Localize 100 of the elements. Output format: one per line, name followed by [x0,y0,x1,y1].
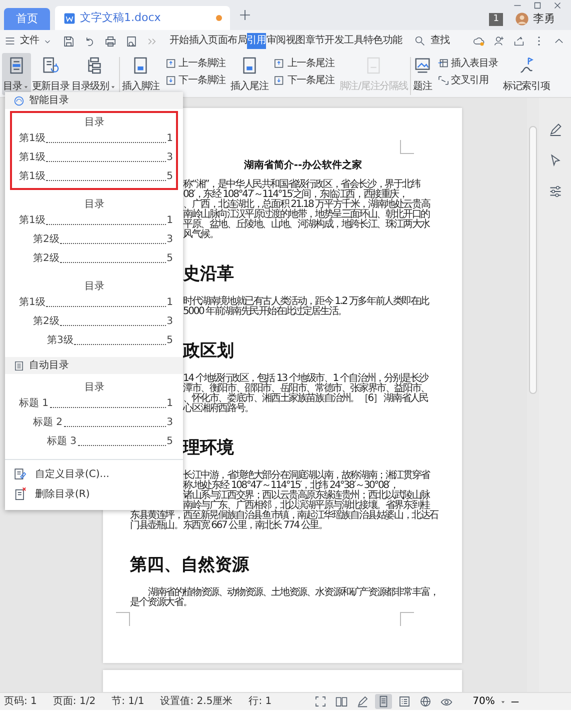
paragraph-line: 、广西，北连湖北，总面积 21.18 万平方千米，湖南地处云贵高 [183,200,432,210]
status-text: 行: 1 [248,695,272,709]
menu-item[interactable]: 删除目录(R) [5,484,183,504]
ribbon-button[interactable]: 上一条脚注 [164,57,226,70]
toc-entry-label: 第3级 [47,334,74,348]
page-number: 3 [166,416,173,430]
ribbon-tab[interactable]: 特色功能 [363,33,402,49]
section-heading: 第四、自然资源 [130,555,250,575]
cloud-icon[interactable] [473,35,485,47]
close-icon[interactable] [552,0,562,11]
scroll-thumb[interactable] [529,126,537,394]
toc-heading: 目录 [84,198,106,212]
notification-count[interactable]: 1 [489,12,503,26]
status-text: 节: 1/1 [112,694,144,709]
section-heading: 政区划 [183,341,235,361]
paragraph-line: 湖南省的植物资源、动物资源、土地资源、水资源和矿产资源都非常丰富， [148,588,436,598]
toc-heading: 目录 [84,116,106,130]
toc-heading: 目录 [84,280,106,294]
toc-entry-label: 第1级 [19,214,46,228]
paragraph-line: 风气候。 [183,230,220,240]
paragraph-line: 南岭山脉向江汉平原过渡的地带，地势呈三面环山、朝北开口的 [183,210,431,220]
ribbon-button[interactable]: 交叉引用 [436,74,498,87]
toc-entry-label: 第2级 [33,252,60,266]
book-icon [334,695,348,708]
ribbon-tab[interactable]: 审阅 [266,33,286,49]
toc-style-option[interactable]: 目录 标题 1 1 标题 2 3 标题 3 5 [10,376,178,455]
toc-entry-label: 第1级 [19,151,46,165]
toc-entry-label: 标题 2 [33,416,63,430]
preview-icon[interactable] [125,34,138,48]
toc-entry-label: 第1级 [19,170,46,184]
pen-icon [356,695,369,708]
document-title: 湖南省简介--办公软件之家 [244,160,362,171]
toc-entry-label: 第1级 [19,132,46,146]
ribbon-button[interactable]: 题注 [412,53,433,95]
pen-icon[interactable] [548,122,562,137]
ribbon-button[interactable]: 下一条脚注 [164,74,226,87]
view-button[interactable] [374,694,392,709]
refresh-document-icon [41,56,60,75]
sliders-icon[interactable] [548,184,562,199]
ribbon-tab[interactable]: 视图 [286,33,306,49]
user-name[interactable]: 李勇 [533,11,555,28]
paragraph-line: 长江中游，省境绝大部分在洞庭湖以南，故称湖南；湘江贯穿省 [183,471,431,481]
toc-style-option[interactable]: 目录 第1级 1 第1级 3 第1级 5 [10,111,178,190]
ribbon-tab[interactable]: 页面布局 [208,33,248,49]
list-icon [13,360,25,372]
ribbon-button[interactable]: 上一条尾注 [273,57,334,70]
page-number: 3 [166,233,173,247]
edit-document-icon [13,467,27,481]
ribbon-tab[interactable]: 开发工具 [324,33,364,49]
paragraph-line: 称“湘”，是中华人民共和国省级行政区，省会长沙，界于北纬 [183,180,422,190]
status-text: 页面: 1/2 [52,695,96,709]
toc-entry-label: 第1级 [19,296,46,310]
toc-heading: 目录 [84,381,106,395]
paragraph-line: 时代湖南境地就已有古人类活动，距今 1.2 万多年前人类即在此 [183,297,430,307]
paragraph-line: 是个资源大省。 [130,598,193,608]
ribbon-button[interactable]: 目录 [2,53,31,95]
ribbon-button[interactable]: 下一条尾注 [273,74,334,87]
save-icon[interactable] [62,34,76,48]
ribbon-button[interactable]: 插入尾注 [230,53,270,95]
share-icon[interactable] [513,35,525,47]
page-number: 5 [166,170,173,184]
ribbon-tab[interactable]: 开始 [169,33,189,49]
link-icon [436,74,450,87]
ribbon-tab[interactable]: 引用 [247,33,266,49]
search-button[interactable]: 查找 [414,33,450,49]
paragraph-line: 08′，东经 108°47′～114°15′之间，东临江西，西接重庆， [183,190,408,200]
smile-icon [13,94,25,106]
zoom-dropdown[interactable]: 70% [470,693,509,710]
page-number: 5 [166,334,173,348]
status-text: 设置值: 2.5厘米 [160,694,233,709]
document-tab[interactable]: 文字文稿1.docx [55,6,230,30]
ribbon-button[interactable]: 更新目录 [30,53,70,95]
maximize-icon[interactable] [532,0,542,11]
ribbon-tab[interactable]: 插入 [188,33,208,49]
ribbon-button[interactable]: 目录级别 [70,53,118,95]
status-text: 页码: 1 [4,695,37,709]
paragraph-line: 南岭与广东、广西相邻，北以滨湖平原与湖北接壤。省界东到桂 [183,501,430,511]
paragraph-line: 称.地处东经 108°47′～114°15′，北纬 24°38′～30°08′， [183,481,398,491]
menu-item[interactable]: 自定义目录(C)... [5,464,183,484]
ribbon-button[interactable]: 标记索引项 [502,53,551,95]
page-number: 1 [166,397,173,411]
table-icon [436,57,450,70]
page-number: 5 [166,435,173,449]
section-title: 自动目录 [29,359,69,373]
ribbon-button[interactable]: 插入脚注 [121,53,161,95]
print-icon[interactable] [104,34,118,48]
section-heading: 史沿革 [183,264,235,284]
outline-icon [398,695,411,708]
add-user-icon[interactable] [493,35,505,47]
toc-entry-label: 第2级 [33,315,60,329]
paragraph-line: 心区湘府西路号。 [183,404,254,414]
toc-style-option[interactable]: 目录 第1级 1 第2级 3 第3级 5 [10,275,178,354]
page-number: 1 [166,132,173,146]
ribbon-button[interactable]: 插入表目录 [436,57,498,70]
page-number: 3 [166,151,173,165]
toc-style-option[interactable]: 目录 第1级 1 第2级 3 第2级 5 [10,193,178,272]
ribbon-tab[interactable]: 章节 [305,33,325,49]
file-menu[interactable]: 文件 [4,33,52,49]
toc-entry-label: 标题 1 [19,396,49,411]
toc-entry-label: 标题 3 [47,434,77,449]
